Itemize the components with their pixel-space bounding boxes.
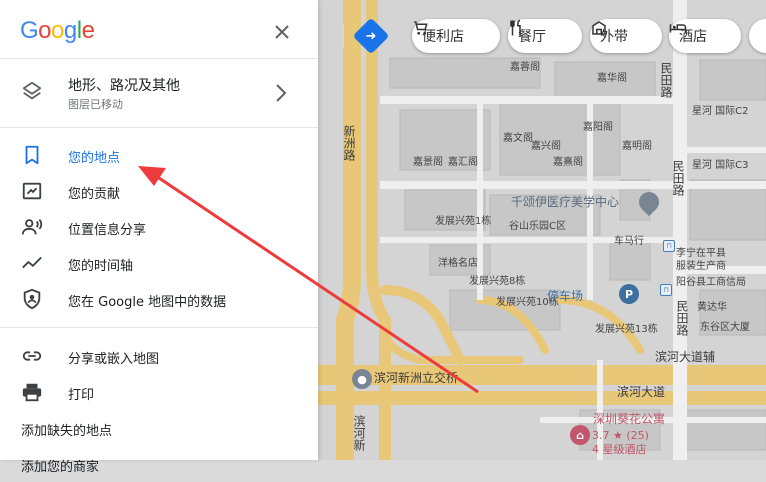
- menu-item-label: 添加缺失的地点: [21, 424, 113, 439]
- map-label-building[interactable]: 发展兴苑1栋: [435, 216, 491, 228]
- logo-letter: e: [81, 17, 95, 44]
- menu-item-location-sharing[interactable]: 位置信息分享: [0, 209, 318, 245]
- layers-menu-item[interactable]: 地形、路况及其他 图层已移动: [0, 60, 318, 126]
- road-label: 新洲路: [342, 125, 356, 161]
- hotel-name[interactable]: 深圳葵花公寓: [593, 413, 665, 425]
- logo-letter: o: [38, 17, 52, 44]
- road-label: 滨河新洲立交桥: [374, 371, 459, 385]
- menu-item-add-business[interactable]: 添加您的商家: [0, 446, 318, 482]
- divider: [0, 58, 318, 59]
- bus-stop-icon[interactable]: ⊓: [663, 240, 675, 252]
- hotel-icon: [669, 24, 687, 33]
- directions-arrow-icon: ➜: [365, 28, 377, 44]
- printer-icon: [22, 383, 42, 402]
- contributions-icon: [22, 182, 42, 200]
- menu-item-your-data[interactable]: 您在 Google 地图中的数据: [0, 281, 318, 317]
- close-icon: [275, 25, 289, 39]
- divider: [0, 327, 318, 328]
- map-label-building[interactable]: 嘉文阁: [503, 133, 533, 145]
- chip-takeout[interactable]: 外带: [590, 19, 662, 53]
- map-label-building[interactable]: 嘉汇阁: [448, 157, 478, 169]
- side-menu: Google 地形、路况及其他 图层已移动 您的地点 您的贡献 位置信息分享 您…: [0, 0, 318, 475]
- search-divider: [343, 24, 344, 48]
- landmark-pin-icon[interactable]: ●: [352, 369, 372, 389]
- menu-item-label: 您在 Google 地图中的数据: [68, 295, 227, 310]
- map-label-building[interactable]: 嘉景阁: [413, 157, 443, 169]
- logo-letter: g: [63, 17, 77, 44]
- map-label-building[interactable]: 嘉明阁: [622, 141, 652, 153]
- menu-item-your-places[interactable]: 您的地点: [0, 137, 318, 173]
- map-label-building[interactable]: 服装生产商: [676, 261, 726, 273]
- road-label: 滨河新: [352, 415, 366, 451]
- shield-account-icon: [23, 288, 41, 310]
- takeout-icon: [592, 21, 606, 35]
- road-label: 滨河大道: [617, 385, 666, 399]
- timeline-icon: [22, 256, 42, 269]
- map-label-parking[interactable]: 停车场: [547, 290, 583, 302]
- map-label-clinic[interactable]: 千颂伊医疗美学中心: [511, 196, 619, 208]
- menu-item-label: 您的地点: [68, 151, 121, 166]
- menu-item-label: 添加您的商家: [21, 460, 100, 475]
- layers-title: 地形、路况及其他: [68, 78, 180, 94]
- hotel-rating: 3.7 ★ (25): [592, 429, 649, 442]
- close-button[interactable]: [270, 20, 294, 44]
- cart-icon: [414, 21, 428, 35]
- menu-item-label: 打印: [68, 388, 95, 403]
- logo-letter: G: [20, 17, 39, 44]
- map-label-building[interactable]: 黄达华: [697, 302, 727, 314]
- map-label-building[interactable]: 车马行: [614, 236, 644, 248]
- map-label-building[interactable]: 嘉阳阁: [583, 122, 613, 134]
- map-label-building[interactable]: 发展兴苑8栋: [469, 276, 525, 288]
- location-sharing-icon: [21, 219, 43, 235]
- map-label-building[interactable]: 发展兴苑13栋: [595, 324, 658, 336]
- menu-item-label: 您的时间轴: [68, 259, 134, 274]
- menu-item-add-missing-place[interactable]: 添加缺失的地点: [0, 410, 318, 446]
- map-label-building[interactable]: 嘉华阁: [597, 73, 627, 85]
- parking-pin-icon[interactable]: P: [619, 284, 639, 304]
- menu-item-share-embed[interactable]: 分享或嵌入地图: [0, 338, 318, 374]
- map-label-building[interactable]: 东谷区大厦: [700, 322, 750, 334]
- divider: [0, 127, 318, 128]
- map-label-building[interactable]: 嘉蓉阁: [510, 62, 540, 74]
- map-label-building[interactable]: 李宁在平县: [676, 248, 726, 260]
- logo-letter: o: [51, 17, 64, 44]
- map-label-building[interactable]: 谷山乐园C区: [509, 221, 566, 233]
- chevron-right-icon: [276, 84, 287, 102]
- layers-subtitle: 图层已移动: [68, 98, 123, 111]
- chip-restaurant[interactable]: 餐厅: [508, 19, 582, 53]
- hotel-pin-icon[interactable]: ⌂: [570, 425, 590, 445]
- map-label-building[interactable]: 星河 国际C3: [692, 160, 749, 172]
- road-label: 民田路: [675, 300, 689, 336]
- map-label-building[interactable]: 星河 国际C2: [692, 106, 749, 118]
- bookmark-icon: [25, 145, 39, 165]
- link-icon: [22, 351, 42, 361]
- menu-item-contributions[interactable]: 您的贡献: [0, 173, 318, 209]
- map-label-building[interactable]: 嘉兴阁: [531, 141, 561, 153]
- google-logo: Google: [20, 17, 95, 45]
- restaurant-icon: [510, 19, 521, 36]
- map-label-building[interactable]: 阳谷县工商信局: [676, 277, 746, 289]
- map-label-building[interactable]: 嘉熹阁: [553, 157, 583, 169]
- layers-icon: [22, 81, 42, 100]
- chip-convenience-store[interactable]: 便利店: [412, 19, 500, 53]
- menu-item-print[interactable]: 打印: [0, 374, 318, 410]
- road-label: 民田路: [671, 160, 685, 196]
- road-label: 滨河大道辅: [655, 350, 716, 364]
- road-label: 民田路: [659, 62, 673, 98]
- menu-item-label: 分享或嵌入地图: [68, 352, 160, 367]
- hotel-class: 4 星级酒店: [592, 443, 647, 456]
- bus-stop-icon[interactable]: ⊓: [660, 284, 672, 296]
- map-label-shop[interactable]: 洋格名店: [438, 258, 478, 270]
- menu-item-label: 您的贡献: [68, 187, 121, 202]
- chip-hotel[interactable]: 酒店: [669, 19, 741, 53]
- menu-item-timeline[interactable]: 您的时间轴: [0, 245, 318, 281]
- menu-item-label: 位置信息分享: [68, 223, 147, 238]
